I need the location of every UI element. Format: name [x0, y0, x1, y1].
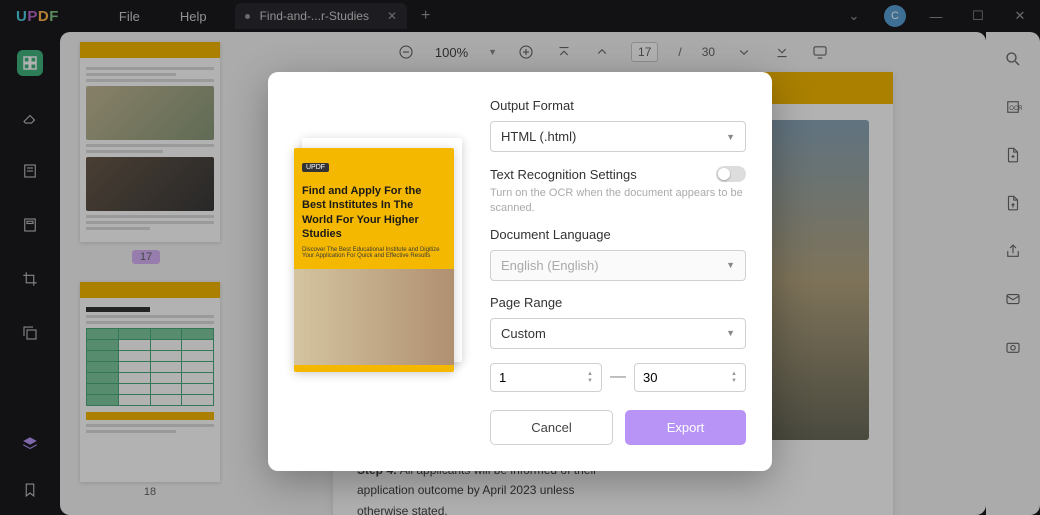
cancel-button[interactable]: Cancel — [490, 410, 613, 445]
spinner-icon[interactable]: ▲▼ — [731, 371, 737, 384]
dialog-preview: UPDF Find and Apply For the Best Institu… — [294, 98, 464, 445]
output-format-label: Output Format — [490, 98, 746, 113]
range-to-input[interactable]: 30 ▲▼ — [634, 363, 746, 392]
export-button[interactable]: Export — [625, 410, 746, 445]
range-dash: — — [610, 368, 626, 386]
language-select: English (English) ▼ — [490, 250, 746, 281]
page-range-label: Page Range — [490, 295, 746, 310]
spinner-icon[interactable]: ▲▼ — [587, 371, 593, 384]
export-dialog: UPDF Find and Apply For the Best Institu… — [268, 72, 772, 471]
chevron-down-icon: ▼ — [726, 328, 735, 338]
page-range-select[interactable]: Custom ▼ — [490, 318, 746, 349]
ocr-label: Text Recognition Settings — [490, 167, 637, 182]
chevron-down-icon: ▼ — [726, 260, 735, 270]
preview-subtitle: Discover The Best Educational Institute … — [302, 247, 446, 259]
chevron-down-icon: ▼ — [726, 132, 735, 142]
language-label: Document Language — [490, 227, 746, 242]
preview-image — [294, 269, 454, 365]
output-format-select[interactable]: HTML (.html) ▼ — [490, 121, 746, 152]
ocr-toggle[interactable] — [716, 166, 746, 182]
preview-title: Find and Apply For the Best Institutes I… — [302, 184, 446, 241]
ocr-hint: Turn on the OCR when the document appear… — [490, 186, 746, 217]
preview-logo: UPDF — [302, 163, 329, 172]
dialog-form: Output Format HTML (.html) ▼ Text Recogn… — [490, 98, 746, 445]
export-dialog-overlay: UPDF Find and Apply For the Best Institu… — [0, 0, 1040, 515]
range-from-input[interactable]: 1 ▲▼ — [490, 363, 602, 392]
